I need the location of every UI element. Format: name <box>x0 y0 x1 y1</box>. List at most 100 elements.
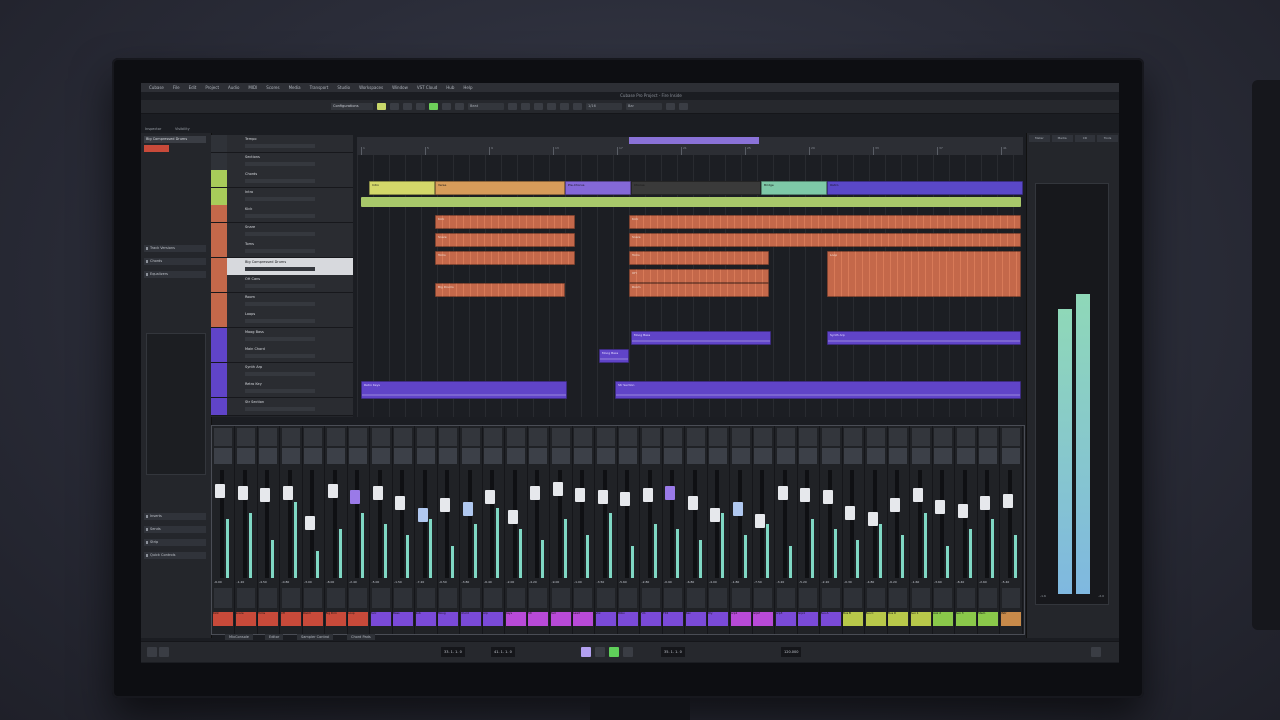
channel-routing[interactable] <box>844 588 862 608</box>
fader-value[interactable]: -3.50 <box>597 580 605 584</box>
channel-header[interactable] <box>304 428 322 446</box>
tab-meter[interactable]: Meter <box>1029 135 1050 142</box>
channel-inserts[interactable] <box>304 448 322 464</box>
channel-header[interactable] <box>979 428 997 446</box>
fader-handle[interactable] <box>260 488 270 502</box>
channel-name-label[interactable]: Moog <box>438 612 458 626</box>
inspector-section-equalizers[interactable]: Equalizers <box>144 271 206 278</box>
channel-inserts[interactable] <box>371 448 390 464</box>
track-row[interactable]: Big Compressed Drums <box>211 257 353 276</box>
project-window[interactable]: Intro Verse Pre-Chorus Chorus Bridge Outro Kic… <box>357 155 1023 417</box>
tab-sampler-control[interactable]: Sampler Control <box>297 634 334 640</box>
channel-name-label[interactable]: FX2 <box>663 612 683 626</box>
tab-media[interactable]: Media <box>1051 135 1073 142</box>
timeline-ruler[interactable]: 1 5 9 13 17 21 25 29 33 37 41 <box>357 137 1023 156</box>
track-controls[interactable] <box>245 179 315 183</box>
fader-handle[interactable] <box>1002 494 1013 508</box>
fader-handle[interactable] <box>935 500 945 514</box>
track-controls[interactable] <box>245 161 315 166</box>
track-row[interactable]: Intro <box>211 187 353 206</box>
channel-header[interactable] <box>754 428 772 446</box>
channel-name-label[interactable]: Loop <box>348 612 368 626</box>
fader-value[interactable]: -4.20 <box>529 580 537 584</box>
channel-name-label[interactable]: Str <box>528 612 548 626</box>
channel-header[interactable] <box>371 428 390 446</box>
fader-value[interactable]: -5.00 <box>372 580 380 584</box>
channel-routing[interactable] <box>214 588 232 608</box>
grid-dropdown[interactable]: Bar <box>626 103 662 110</box>
channel-header[interactable] <box>686 428 705 446</box>
track-row[interactable]: Snare <box>211 222 353 241</box>
fader-handle[interactable] <box>912 488 923 502</box>
fader-value[interactable]: -4.50 <box>259 580 267 584</box>
channel-header[interactable] <box>596 428 615 446</box>
channel-inserts[interactable] <box>641 448 660 464</box>
split-tool[interactable] <box>534 103 543 110</box>
record-button[interactable] <box>623 647 633 657</box>
event-part[interactable]: Kick <box>629 215 1021 229</box>
channel-routing[interactable] <box>686 588 705 608</box>
channel-inserts[interactable] <box>529 448 547 464</box>
tab-inspector[interactable]: Inspector <box>145 127 161 133</box>
fader-value[interactable]: -1.20 <box>237 580 245 584</box>
channel-inserts[interactable] <box>236 448 255 464</box>
channel-routing[interactable] <box>619 588 637 608</box>
channel-routing[interactable] <box>821 588 840 608</box>
fader-value[interactable]: -2.40 <box>349 580 357 584</box>
fader-value[interactable]: -0.90 <box>664 580 672 584</box>
channel-header[interactable] <box>439 428 457 446</box>
fader-value[interactable]: -2.60 <box>979 580 987 584</box>
tab-tools[interactable]: Tools <box>1097 135 1118 142</box>
channel-header[interactable] <box>326 428 345 446</box>
menu-item[interactable]: Project <box>205 85 219 90</box>
channel-header[interactable] <box>664 428 682 446</box>
play-button[interactable] <box>609 647 619 657</box>
fader-handle[interactable] <box>845 506 855 520</box>
fader-handle[interactable] <box>755 514 765 528</box>
channel-header[interactable] <box>619 428 637 446</box>
zoom-tool[interactable] <box>573 103 582 110</box>
channel-routing[interactable] <box>349 588 367 608</box>
event-part[interactable]: Snare <box>435 233 575 247</box>
tab-mixconsole[interactable]: MixConsole <box>225 634 253 640</box>
fader-handle[interactable] <box>305 516 315 530</box>
channel-inserts[interactable] <box>956 448 975 464</box>
event-part[interactable]: Toms <box>629 251 769 265</box>
fader-value[interactable]: -1.60 <box>912 580 920 584</box>
menu-item[interactable]: VST Cloud <box>417 85 437 90</box>
channel-inserts[interactable] <box>799 448 817 464</box>
track-row[interactable]: Loops <box>211 310 353 328</box>
fader-handle[interactable] <box>440 498 450 512</box>
redo-button[interactable] <box>416 103 425 110</box>
channel-name-label[interactable]: Bus D <box>888 612 908 626</box>
track-row[interactable]: Synth Arp <box>211 362 353 381</box>
track-row[interactable]: Chords <box>211 170 353 188</box>
inspector-section-track-versions[interactable]: Track Versions <box>144 245 206 252</box>
channel-header[interactable] <box>259 428 277 446</box>
track-row[interactable]: Sections <box>211 152 353 171</box>
channel-header[interactable] <box>776 428 795 446</box>
fader-handle[interactable] <box>372 486 383 500</box>
channel-header[interactable] <box>574 428 592 446</box>
right-locator[interactable]: 41. 1. 1. 0 <box>491 647 515 657</box>
channel-routing[interactable] <box>776 588 795 608</box>
stop-button[interactable] <box>595 647 605 657</box>
track-controls[interactable] <box>245 284 315 288</box>
left-locator[interactable]: 33. 1. 1. 0 <box>441 647 465 657</box>
track-controls[interactable] <box>245 249 315 253</box>
fader-handle[interactable] <box>530 486 540 500</box>
event-part[interactable]: Synth Arp <box>827 331 1021 345</box>
channel-routing[interactable] <box>461 588 480 608</box>
fader-handle[interactable] <box>282 486 293 500</box>
channel-name-label[interactable]: Chord <box>460 612 481 626</box>
event-part[interactable]: Toms <box>435 251 575 265</box>
event-part[interactable]: Moog Bass <box>631 331 771 345</box>
channel-routing[interactable] <box>236 588 255 608</box>
channel-inserts[interactable] <box>776 448 795 464</box>
channel-name-label[interactable]: Grp3 <box>775 612 796 626</box>
stop-indicator-button[interactable] <box>442 103 451 110</box>
menu-item[interactable]: File <box>173 85 180 90</box>
track-row[interactable]: Moog Bass <box>211 327 353 346</box>
channel-name-label[interactable]: Bus A <box>820 612 841 626</box>
track-controls[interactable] <box>245 319 315 323</box>
